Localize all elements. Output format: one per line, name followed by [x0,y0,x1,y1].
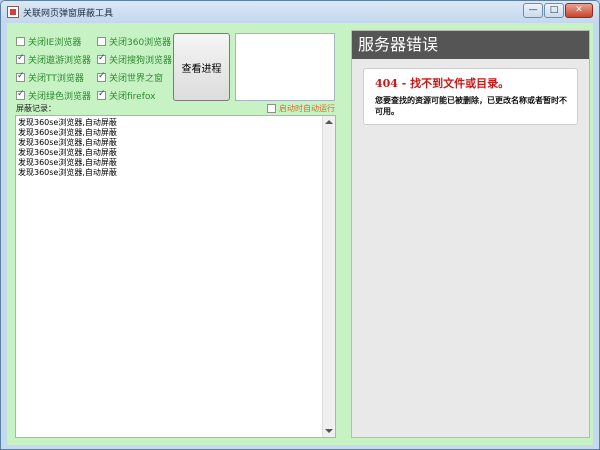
autostart-option[interactable]: 启动时自动运行 [267,103,335,114]
option-checkbox-1[interactable] [97,37,106,46]
option-checkbox-4[interactable] [16,71,25,82]
option-label-0: 关闭IE浏览器 [28,38,82,48]
option-checkbox-2[interactable] [16,53,25,64]
option-close-tt[interactable]: 关闭TT浏览器 [16,71,84,84]
log-line: 发现360se浏览器,自动屏蔽 [18,128,117,137]
option-checkbox-7[interactable] [97,89,106,100]
option-label-2: 关闭遨游浏览器 [28,56,92,66]
minimize-button[interactable]: — [523,3,543,18]
view-process-button[interactable]: 查看进程 [173,33,230,101]
error-title: 404 - 找不到文件或目录。 [375,77,510,90]
option-label-4: 关闭TT浏览器 [28,74,84,84]
option-close-sogou[interactable]: 关闭搜狗浏览器 [97,53,172,66]
option-close-firefox[interactable]: 关闭firefox [97,89,155,102]
autostart-checkbox[interactable] [267,104,276,113]
error-card: 404 - 找不到文件或目录。 您要查找的资源可能已被删除，已更改名称或者暂时不… [363,68,578,125]
log-textbox[interactable]: 发现360se浏览器,自动屏蔽 发现360se浏览器,自动屏蔽 发现360se浏览器… [15,115,336,438]
option-label-6: 关闭绿色浏览器 [28,92,92,102]
close-button[interactable]: ✕ [565,3,593,18]
option-label-3: 关闭搜狗浏览器 [109,56,173,66]
option-checkbox-3[interactable] [97,53,106,64]
window-controls: — □ ✕ [523,3,593,18]
option-close-theworld[interactable]: 关闭世界之窗 [97,71,163,84]
window-title: 关联网页弹窗屏蔽工具 [23,9,114,19]
log-line: 发现360se浏览器,自动屏蔽 [18,138,117,147]
log-scrollbar[interactable] [322,116,335,437]
client-area: 关闭IE浏览器 关闭360浏览器 关闭遨游浏览器 关闭搜狗浏览器 关闭TT浏览器… [7,23,593,445]
log-label: 屏蔽记录： [16,104,56,113]
option-checkbox-5[interactable] [97,71,106,82]
option-label-1: 关闭360浏览器 [109,38,172,48]
option-close-360[interactable]: 关闭360浏览器 [97,35,171,48]
option-close-green[interactable]: 关闭绿色浏览器 [16,89,91,102]
main-window: 关联网页弹窗屏蔽工具 — □ ✕ 关闭IE浏览器 关闭360浏览器 关闭遨游浏览… [0,0,600,450]
option-close-ie[interactable]: 关闭IE浏览器 [16,35,81,48]
log-line: 发现360se浏览器,自动屏蔽 [18,168,117,177]
server-error-header: 服务器错误 [352,31,589,59]
option-checkbox-6[interactable] [16,89,25,100]
option-close-maxthon[interactable]: 关闭遨游浏览器 [16,53,91,66]
web-browser-panel[interactable]: 服务器错误 404 - 找不到文件或目录。 您要查找的资源可能已被删除，已更改名… [351,30,590,438]
option-label-5: 关闭世界之窗 [109,74,164,84]
option-label-7: 关闭firefox [109,92,156,102]
app-icon [7,6,19,18]
option-checkbox-0[interactable] [16,37,25,46]
scroll-down-arrow-icon[interactable] [325,429,333,433]
log-line: 发现360se浏览器,自动屏蔽 [18,118,117,127]
log-lines: 发现360se浏览器,自动屏蔽 发现360se浏览器,自动屏蔽 发现360se浏览器… [18,118,117,178]
maximize-button[interactable]: □ [544,3,564,18]
log-line: 发现360se浏览器,自动屏蔽 [18,148,117,157]
log-line: 发现360se浏览器,自动屏蔽 [18,158,117,167]
titlebar[interactable]: 关联网页弹窗屏蔽工具 — □ ✕ [1,1,599,23]
scroll-up-arrow-icon[interactable] [325,120,333,124]
error-body: 您要查找的资源可能已被删除，已更改名称或者暂时不可用。 [375,96,567,116]
autostart-label: 启动时自动运行 [279,104,335,113]
process-list[interactable] [235,33,335,101]
